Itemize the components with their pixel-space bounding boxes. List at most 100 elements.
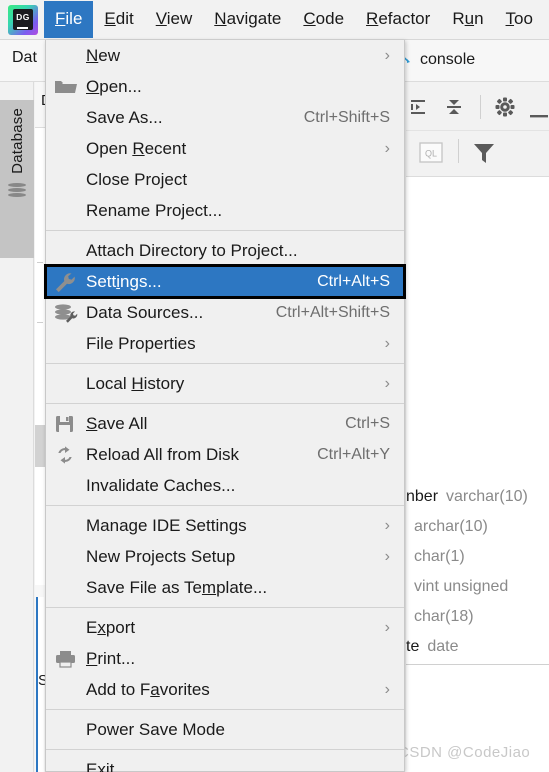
file-menu-items: New › Open... Save As... Ctrl+Shift+S Open Re… — [44, 40, 406, 772]
menu-item-shortcut: Ctrl+Alt+Y — [317, 445, 390, 463]
menubar-item-run[interactable]: Run — [441, 1, 494, 38]
menubar-item-code[interactable]: Code — [292, 1, 355, 38]
menu-item-new-projects-setup[interactable]: New Projects Setup › — [46, 541, 404, 572]
toolbar-separator — [458, 139, 459, 163]
folder-icon — [54, 77, 80, 97]
menu-item-icon-placeholder — [54, 547, 80, 567]
menu-item-icon-placeholder — [54, 108, 80, 128]
table-row[interactable]: te date — [406, 632, 549, 662]
menubar-item-navigate[interactable]: Navigate — [203, 1, 292, 38]
menu-item-add-to-favorites[interactable]: Add to Favorites › — [46, 674, 404, 705]
menu-item-label: Add to Favorites — [86, 679, 210, 699]
menu-item-icon-placeholder — [54, 374, 80, 394]
table-row[interactable]: char(1) — [406, 542, 549, 572]
sidebar-item-database[interactable]: Database — [0, 100, 34, 258]
table-row[interactable]: vint unsigned — [406, 572, 549, 602]
menu-item-save-file-as-template[interactable]: Save File as Template... — [46, 572, 404, 603]
menu-item-label: Invalidate Caches... — [86, 475, 236, 495]
menu-item-shortcut: Ctrl+Alt+S — [317, 272, 390, 290]
menu-item-reload-all-from-disk[interactable]: Reload All from Disk Ctrl+Alt+Y — [46, 439, 404, 470]
menubar-item-view[interactable]: View — [145, 1, 204, 38]
table-row[interactable]: nber varchar(10) — [406, 482, 549, 512]
menu-item-label: Attach Directory to Project... — [86, 240, 298, 260]
menu-item-invalidate-caches[interactable]: Invalidate Caches... — [46, 470, 404, 501]
table-row[interactable]: char(18) — [406, 602, 549, 632]
menu-item-attach-directory-to-project[interactable]: Attach Directory to Project... — [46, 235, 404, 266]
tree-tick-mark — [37, 262, 43, 263]
column-name: nber — [406, 488, 439, 505]
menu-item-icon-placeholder — [54, 760, 80, 772]
ql-icon[interactable]: QL — [419, 141, 445, 170]
minimize-icon[interactable] — [530, 105, 549, 123]
menu-item-exit[interactable]: Exit — [46, 754, 404, 772]
column-type: varchar(10) — [446, 488, 528, 505]
collapse-all-icon[interactable] — [444, 97, 466, 122]
print-icon — [54, 649, 80, 669]
menu-item-icon-placeholder — [54, 720, 80, 740]
table-row[interactable]: archar(10) — [406, 512, 549, 542]
menu-item-icon-placeholder — [54, 46, 80, 66]
menu-item-data-sources[interactable]: Data Sources... Ctrl+Alt+Shift+S — [46, 297, 404, 328]
menu-item-label: Reload All from Disk — [86, 444, 240, 464]
menu-separator — [46, 363, 404, 364]
tab-console-label: console — [420, 50, 476, 68]
chevron-right-icon: › — [384, 547, 390, 565]
editor-toolbar-row-1 — [406, 83, 549, 131]
menu-separator — [46, 230, 404, 231]
menubar-item-too[interactable]: Too — [495, 1, 544, 38]
chevron-right-icon: › — [384, 680, 390, 698]
menu-item-shortcut: Ctrl+Alt+Shift+S — [275, 303, 390, 321]
menu-separator — [46, 403, 404, 404]
menubar-item-refactor[interactable]: Refactor — [355, 1, 441, 38]
menu-item-open-recent[interactable]: Open Recent › — [46, 133, 404, 164]
menu-item-label: New — [86, 45, 121, 65]
menu-separator — [46, 607, 404, 608]
menu-item-label: New Projects Setup — [86, 546, 236, 566]
menu-item-label: Save File as Template... — [86, 577, 268, 597]
menu-item-save-as[interactable]: Save As... Ctrl+Shift+S — [46, 102, 404, 133]
menu-separator — [46, 749, 404, 750]
menu-item-label: Save As... — [86, 107, 163, 127]
menu-item-rename-project[interactable]: Rename Project... — [46, 195, 404, 226]
tree-scrollbar-thumb[interactable] — [35, 425, 45, 467]
column-type: date — [427, 638, 459, 655]
menu-item-settings[interactable]: Settings... Ctrl+Alt+S — [44, 264, 406, 299]
menu-item-label: Local History — [86, 373, 185, 393]
tab-console[interactable]: console — [396, 49, 475, 70]
menu-item-label: Settings... — [86, 271, 162, 291]
gear-icon[interactable] — [494, 96, 516, 123]
save-icon — [54, 414, 80, 434]
menu-item-save-all[interactable]: Save All Ctrl+S — [46, 408, 404, 439]
menu-item-icon-placeholder — [54, 201, 80, 221]
menu-item-label: Open... — [86, 76, 142, 96]
menu-item-label: Print... — [86, 648, 136, 668]
menu-item-print[interactable]: Print... — [46, 643, 404, 674]
menu-item-export[interactable]: Export › — [46, 612, 404, 643]
database-icon — [8, 182, 26, 200]
menu-item-file-properties[interactable]: File Properties › — [46, 328, 404, 359]
menu-item-label: Power Save Mode — [86, 719, 225, 739]
menubar-item-edit[interactable]: Edit — [93, 1, 144, 38]
column-list: nber varchar(10) archar(10) char(1) vint uns… — [406, 482, 549, 662]
tree-tick-mark — [37, 322, 43, 323]
menu-item-shortcut: Ctrl+Shift+S — [303, 108, 390, 126]
menu-item-label: Data Sources... — [86, 302, 204, 322]
menu-item-close-project[interactable]: Close Project — [46, 164, 404, 195]
menu-item-manage-ide-settings[interactable]: Manage IDE Settings › — [46, 510, 404, 541]
menu-item-label: Rename Project... — [86, 200, 223, 220]
menu-item-icon-placeholder — [54, 516, 80, 536]
tab-data[interactable]: Dat — [12, 49, 37, 67]
menu-item-icon-placeholder — [54, 170, 80, 190]
grid-bottom-divider — [406, 664, 549, 665]
editor-toolbar-row-2: QL — [406, 131, 549, 176]
filter-icon[interactable] — [472, 141, 496, 170]
menu-item-icon-placeholder — [54, 618, 80, 638]
menubar-item-file[interactable]: File — [44, 1, 94, 38]
menu-item-local-history[interactable]: Local History › — [46, 368, 404, 399]
expand-all-icon[interactable] — [410, 97, 432, 122]
menu-item-new[interactable]: New › — [46, 40, 404, 71]
menu-item-open[interactable]: Open... — [46, 71, 404, 102]
menu-item-icon-placeholder — [54, 139, 80, 159]
column-type: char(18) — [414, 608, 474, 625]
menu-item-power-save-mode[interactable]: Power Save Mode — [46, 714, 404, 745]
